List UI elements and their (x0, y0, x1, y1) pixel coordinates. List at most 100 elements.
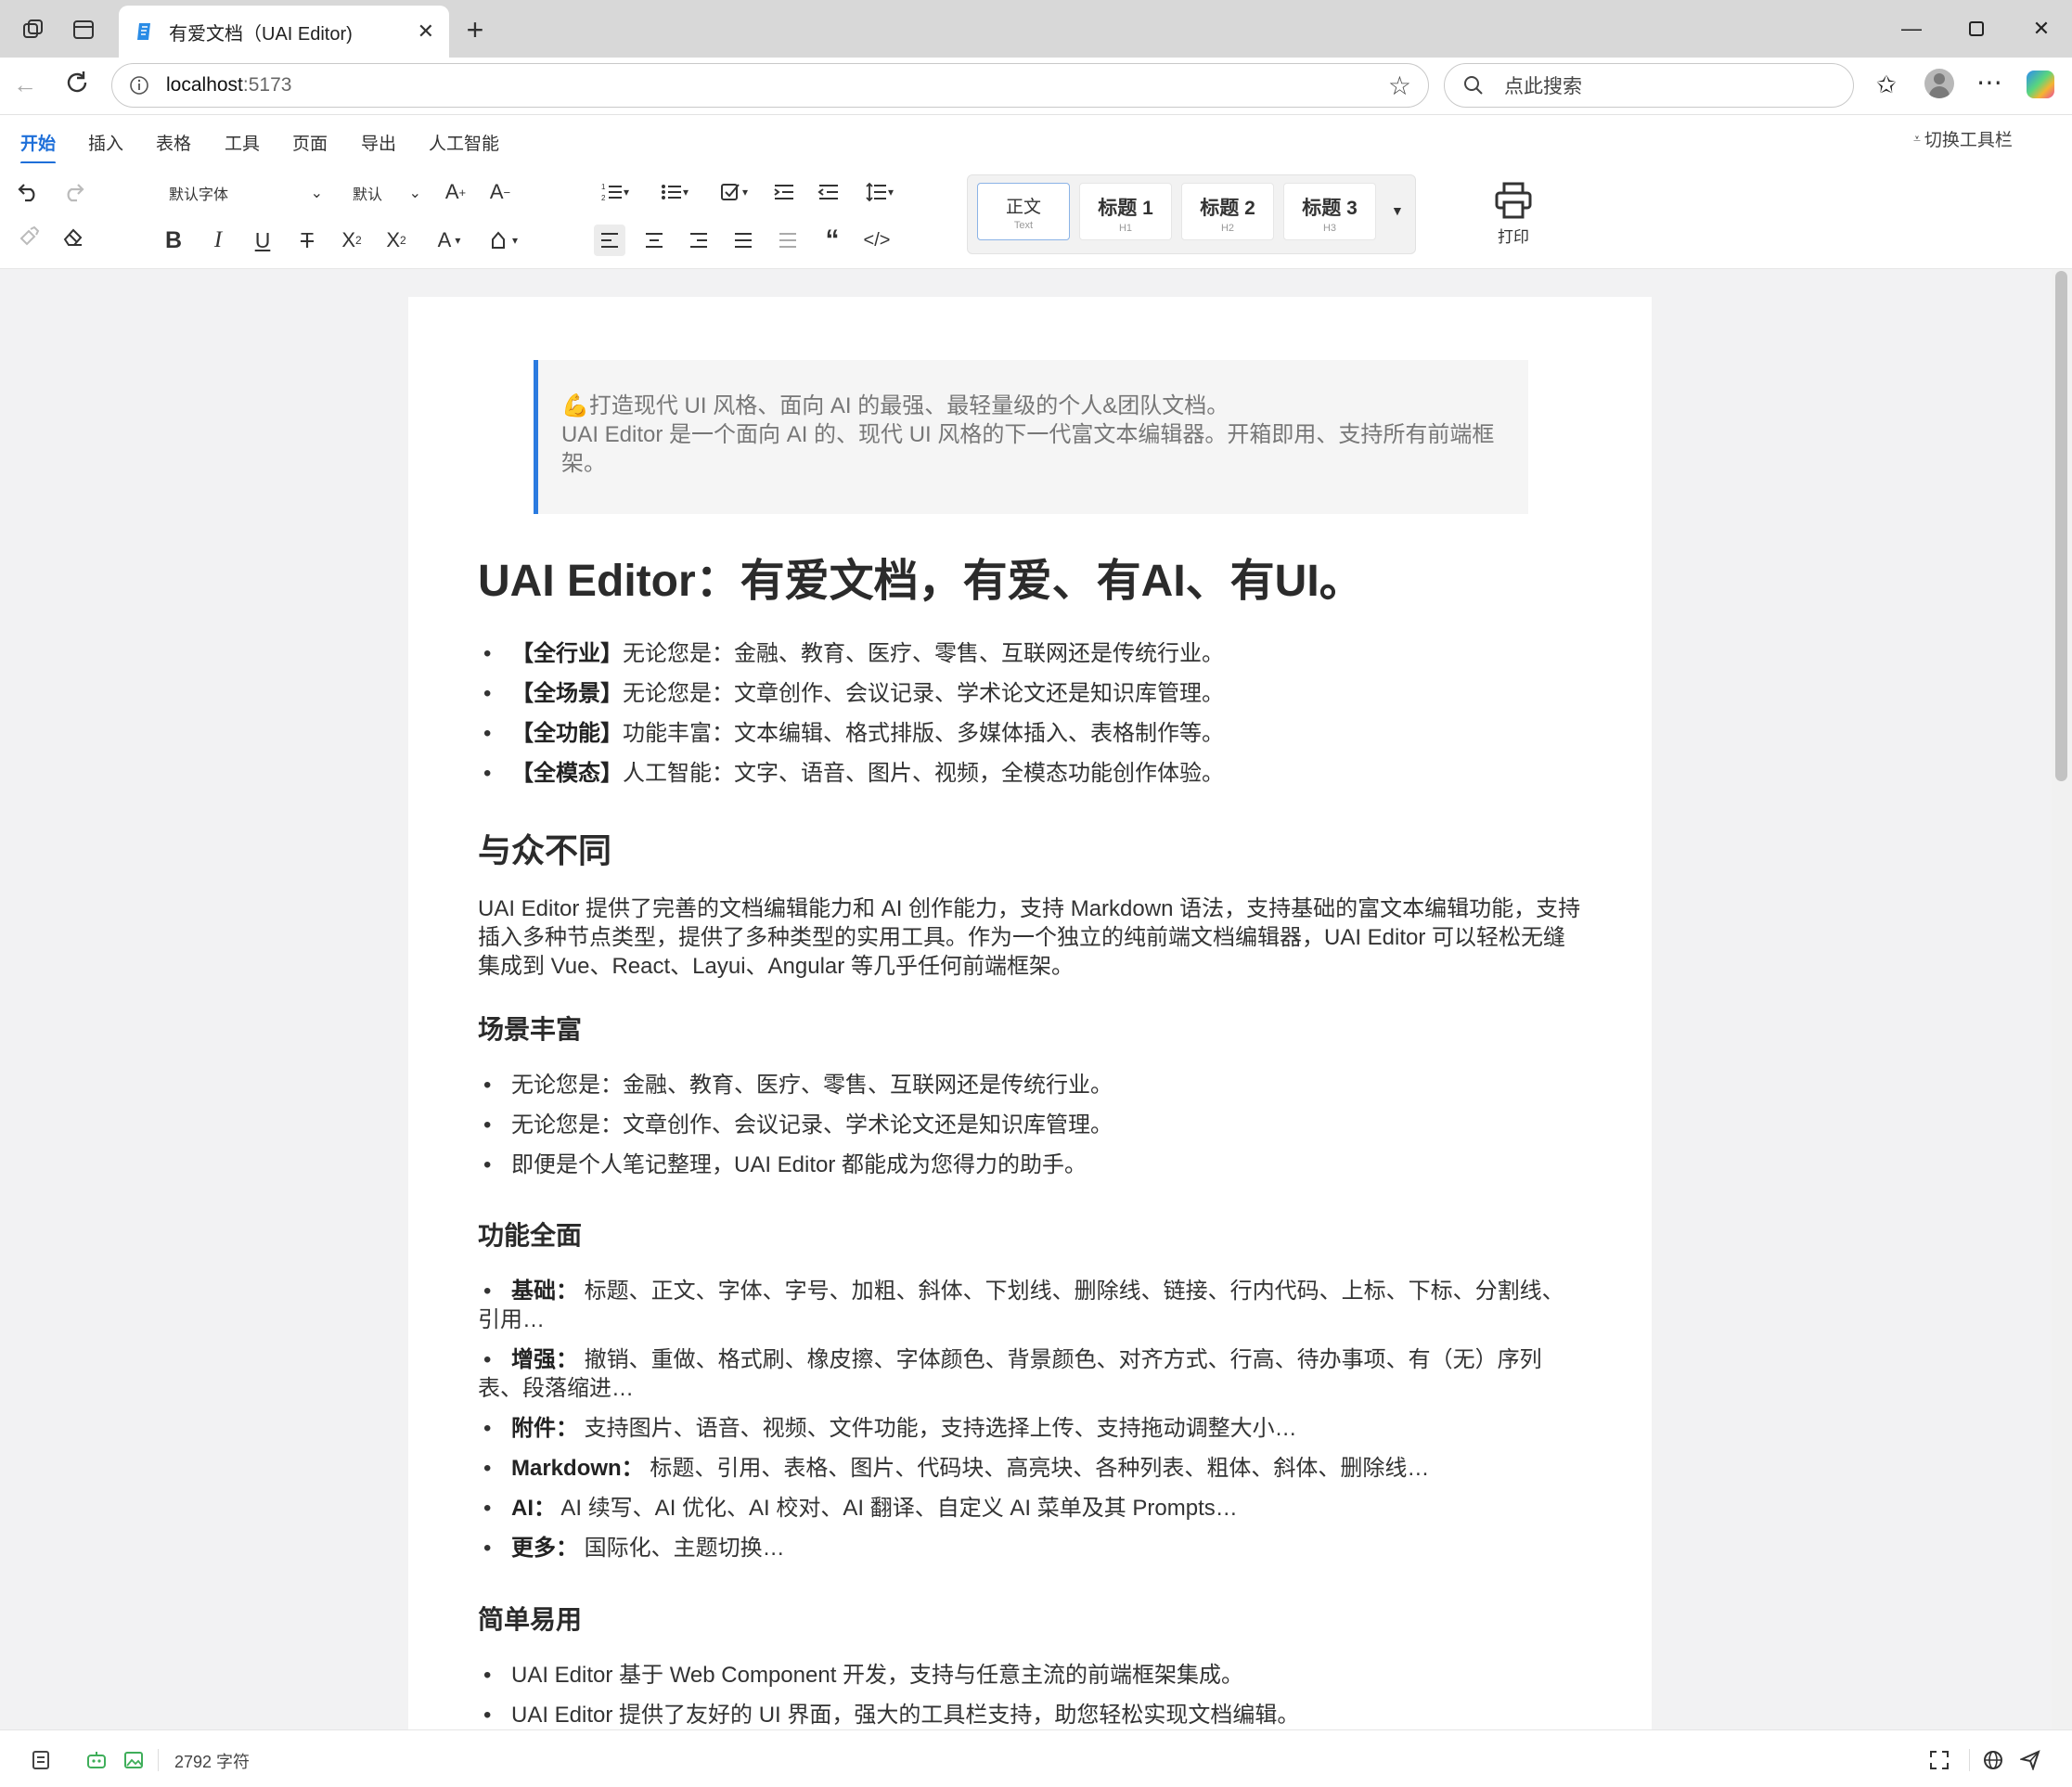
tab-actions-icon[interactable] (67, 13, 100, 46)
style-h1[interactable]: 标题 1 H1 (1079, 183, 1172, 240)
style-h2-sub: H2 (1220, 223, 1235, 234)
print-label: 打印 (1498, 228, 1529, 246)
toggle-toolbar-icon: ⩡ (1913, 131, 1921, 146)
subscript-icon[interactable]: X2 (336, 225, 367, 256)
site-info-icon[interactable] (129, 75, 149, 96)
svg-text:2: 2 (601, 194, 606, 202)
font-size-select[interactable]: 默认 ⌄ (341, 176, 429, 210)
function-text: 标题、正文、字体、字号、加粗、斜体、下划线、删除线、链接、行内代码、上标、下标、… (584, 1279, 1564, 1304)
font-size-value: 默认 (353, 187, 383, 203)
quote-icon[interactable]: “ (817, 225, 848, 256)
feature-text: 无论您是：文章创作、会议记录、学术论文还是知识库管理。 (623, 681, 1224, 706)
align-center-icon[interactable] (638, 225, 670, 256)
eraser-icon[interactable] (58, 221, 89, 252)
indent-icon[interactable] (768, 176, 800, 208)
profile-avatar[interactable] (1924, 69, 1954, 98)
menu-ai[interactable]: 人工智能 (429, 130, 499, 155)
menu-page[interactable]: 页面 (292, 130, 328, 155)
browser-window: 有爱文档（UAI Editor) ✕ + — ✕ ← localhost:517… (0, 0, 2072, 1787)
menu-table[interactable]: 表格 (156, 130, 191, 155)
back-icon[interactable]: ← (13, 71, 37, 99)
align-right-icon[interactable] (683, 225, 714, 256)
menu-tools[interactable]: 工具 (225, 130, 260, 155)
toggle-toolbar-button[interactable]: ⩡ 切换工具栏 (1913, 126, 2013, 151)
function-text: AI 续写、AI 优化、AI 校对、AI 翻译、自定义 AI 菜单及其 Prom… (560, 1496, 1238, 1521)
outdent-icon[interactable] (813, 176, 844, 208)
more-options-icon[interactable]: ⋯ (1976, 67, 2002, 97)
bullet-list-icon[interactable]: ▾ (653, 176, 696, 208)
menu-start[interactable]: 开始 (20, 130, 57, 164)
function-tag: 附件： (511, 1416, 578, 1441)
ordered-list-icon[interactable]: 1 2 ▾ (594, 176, 637, 208)
search-field[interactable]: 点此搜索 (1444, 63, 1854, 108)
line-height-icon[interactable]: ▾ (857, 176, 902, 208)
style-text[interactable]: 正文 Text (977, 183, 1070, 240)
maximize-icon[interactable] (1958, 13, 1995, 45)
favorite-star-icon[interactable]: ☆ (1388, 71, 1411, 101)
font-family-select[interactable]: 默认字体 ⌄ (158, 176, 330, 210)
more-styles-icon[interactable]: ▼ (1391, 203, 1404, 218)
align-left-icon[interactable] (594, 225, 625, 256)
superscript-icon[interactable]: X2 (380, 225, 412, 256)
menu-export[interactable]: 导出 (361, 130, 396, 155)
copilot-icon[interactable] (2027, 71, 2054, 98)
function-text: 撤销、重做、格式刷、橡皮擦、字体颜色、背景颜色、对齐方式、行高、待办事项、有（无… (584, 1347, 1542, 1372)
favorites-icon[interactable]: ✩ (1876, 71, 1897, 99)
tab-active[interactable]: 有爱文档（UAI Editor) ✕ (119, 6, 449, 58)
highlight-icon[interactable]: ▾ (483, 225, 523, 256)
char-count: 2792 字符 (174, 1753, 251, 1771)
vertical-scrollbar[interactable] (2052, 269, 2072, 1729)
feature-tag: 【全功能】 (511, 721, 623, 746)
heading-style-gallery: 正文 Text 标题 1 H1 标题 2 H2 标题 3 H3 ▼ (967, 174, 1416, 254)
close-window-icon[interactable]: ✕ (2023, 13, 2060, 45)
task-list-icon[interactable]: ▾ (713, 176, 755, 208)
scene-text: 无论您是：金融、教育、医疗、零售、互联网还是传统行业。 (511, 1073, 1113, 1098)
print-button[interactable]: 打印 (1481, 182, 1546, 247)
image-icon[interactable] (121, 1747, 147, 1773)
ai-robot-icon[interactable] (84, 1747, 109, 1773)
paragraph-line: 集成到 Vue、React、Layui、Angular 等几乎任何前端框架。 (478, 954, 1074, 979)
document-page[interactable]: 💪打造现代 UI 风格、面向 AI 的最强、最轻量级的个人&团队文档。 UAI … (408, 297, 1652, 1729)
scene-text: 无论您是：文章创作、会议记录、学术论文还是知识库管理。 (511, 1112, 1113, 1138)
strikethrough-icon[interactable]: T (291, 225, 323, 256)
new-tab-button[interactable]: + (458, 13, 492, 46)
language-globe-icon[interactable] (1980, 1747, 2006, 1773)
editor-menubar: 开始 插入 表格 工具 页面 导出 人工智能 ⩡ 切换工具栏 (0, 115, 2072, 164)
reload-icon[interactable] (63, 69, 91, 101)
paragraph-line: UAI Editor 提供了完善的文档编辑能力和 AI 创作能力，支持 Mark… (478, 896, 1581, 921)
outline-icon[interactable] (28, 1747, 54, 1773)
style-h2[interactable]: 标题 2 H2 (1181, 183, 1274, 240)
font-decrease-icon[interactable]: A − (484, 176, 516, 208)
workspaces-icon[interactable] (17, 13, 50, 46)
search-placeholder: 点此搜索 (1504, 76, 1582, 97)
code-icon[interactable]: </> (861, 225, 893, 256)
close-tab-icon[interactable]: ✕ (418, 19, 434, 44)
style-h2-label: 标题 2 (1200, 198, 1255, 219)
redo-icon[interactable] (58, 176, 89, 208)
underline-icon[interactable]: U (247, 225, 278, 256)
url-field[interactable]: localhost:5173 ☆ (111, 63, 1429, 108)
distributed-align-icon[interactable] (772, 225, 804, 256)
format-painter-icon[interactable] (13, 221, 45, 252)
fullscreen-icon[interactable] (1926, 1747, 1952, 1773)
quote-line-3: 架。 (561, 451, 606, 476)
list-item: • Markdown： 标题、引用、表格、图片、代码块、高亮块、各种列表、粗体、斜… (483, 1456, 1430, 1481)
paragraph-line: 插入多种节点类型，提供了多种类型的实用工具。作为一个独立的纯前端文档编辑器，UA… (478, 925, 1566, 950)
menu-insert[interactable]: 插入 (88, 130, 123, 155)
feature-tag: 【全场景】 (511, 681, 623, 706)
align-justify-icon[interactable] (727, 225, 759, 256)
search-icon (1464, 76, 1483, 95)
feature-text: 无论您是：金融、教育、医疗、零售、互联网还是传统行业。 (623, 641, 1224, 666)
style-h3[interactable]: 标题 3 H3 (1283, 183, 1376, 240)
minimize-icon[interactable]: — (1893, 13, 1930, 45)
scrollbar-thumb[interactable] (2055, 271, 2067, 781)
svg-text:1: 1 (601, 183, 606, 191)
font-color-icon[interactable]: A ▾ (429, 225, 470, 256)
list-item: • 无论您是：文章创作、会议记录、学术论文还是知识库管理。 (483, 1112, 1113, 1138)
font-increase-icon[interactable]: A + (440, 176, 471, 208)
bold-icon[interactable]: B (158, 225, 189, 256)
italic-icon[interactable]: I (202, 225, 234, 256)
list-item: • 【全模态】人工智能：文字、语音、图片、视频，全模态功能创作体验。 (483, 761, 1224, 786)
undo-icon[interactable] (13, 176, 45, 208)
share-send-icon[interactable] (2017, 1747, 2043, 1773)
